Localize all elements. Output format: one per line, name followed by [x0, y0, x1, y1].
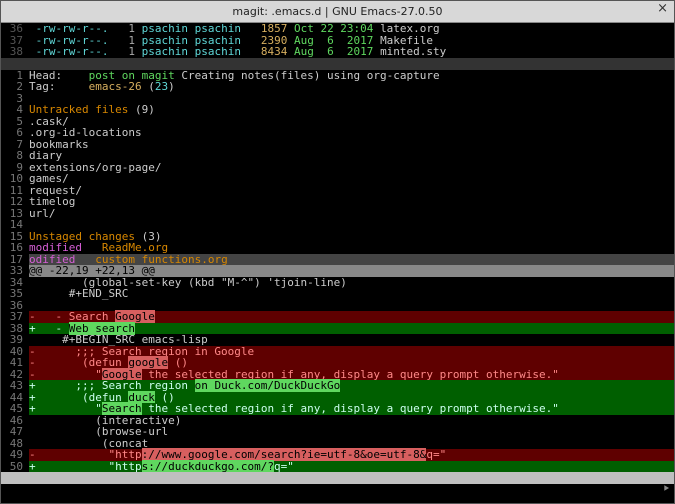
magit-status-buffer[interactable]: 1Head: post on magit Creating notes(file… — [1, 70, 674, 473]
diff-context: 39 #+BEGIN_SRC emacs-lisp — [1, 334, 674, 346]
window-title: magit: .emacs.d | GNU Emacs-27.0.50 — [232, 6, 442, 18]
untracked-item[interactable]: 13url/ — [1, 208, 674, 220]
window-titlebar: magit: .emacs.d | GNU Emacs-27.0.50 × — [1, 1, 674, 23]
diff-add[interactable]: 45+ "Search the selected region if any, … — [1, 403, 674, 415]
diff-del[interactable]: 37- - Search Google — [1, 311, 674, 323]
dired-buffer[interactable]: 36 -rw-rw-r--. 1 psachin psachin 1857 Oc… — [1, 23, 674, 58]
diff-add[interactable]: 50+ "https://duckduckgo.com/?q=" — [1, 461, 674, 473]
untracked-item[interactable]: 10games/ — [1, 173, 674, 185]
line-number: 38 — [1, 46, 29, 58]
minibuffer[interactable]: ⯈ — [1, 484, 674, 496]
diff-context: 35 #+END_SRC — [1, 288, 674, 300]
untracked-item[interactable]: 8diary — [1, 150, 674, 162]
dired-row[interactable]: 38 -rw-rw-r--. 1 psachin psachin 8434 Au… — [1, 46, 674, 58]
tag-name[interactable]: emacs-26 — [89, 80, 142, 93]
diff-context: 47 (browse-url — [1, 426, 674, 438]
section-untracked[interactable]: 4Untracked files (9) — [1, 104, 674, 116]
close-icon[interactable]: × — [657, 3, 668, 15]
modeline-magit: U:%%- magit: .emacs.d Top of 6.0k (32,0)… — [1, 472, 674, 484]
untracked-item[interactable]: 11request/ — [1, 185, 674, 197]
line-number: 36 — [1, 23, 29, 35]
untracked-item[interactable]: 6.org-id-locations — [1, 127, 674, 139]
prompt-icon: ⯈ — [662, 484, 670, 495]
untracked-item[interactable]: 9extensions/org-page/ — [1, 162, 674, 174]
untracked-item[interactable]: 12timelog — [1, 196, 674, 208]
untracked-item[interactable]: 7bookmarks — [1, 139, 674, 151]
diff-hunk-header[interactable]: 33@@ -22,19 +22,13 @@ — [1, 265, 674, 277]
emacs-frame: 36 -rw-rw-r--. 1 psachin psachin 1857 Oc… — [1, 23, 674, 503]
